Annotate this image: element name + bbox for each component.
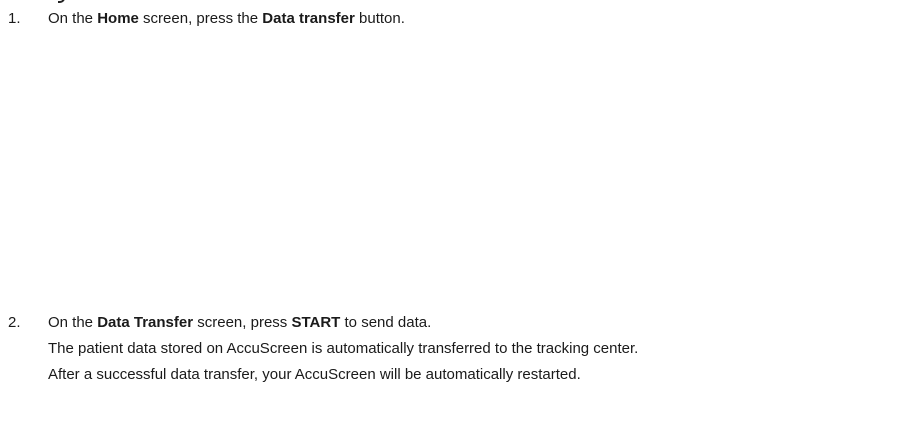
step-1: 1. On the Home screen, press the Data tr… bbox=[0, 9, 898, 29]
cropped-heading-fragment bbox=[56, 0, 70, 3]
step-instruction: On the Data Transfer screen, press START… bbox=[48, 313, 431, 333]
document-page: 1. On the Home screen, press the Data tr… bbox=[0, 0, 898, 422]
step-number: 1. bbox=[8, 10, 21, 27]
instruction-text: On the bbox=[48, 10, 98, 27]
step-2-line: 2. On the Data Transfer screen, press ST… bbox=[0, 313, 898, 333]
screen-name-data-transfer: Data Transfer bbox=[97, 314, 194, 331]
step-number: 2. bbox=[8, 314, 21, 331]
button-name-start: START bbox=[291, 314, 341, 331]
step-detail-line: After a successful data transfer, your A… bbox=[48, 366, 581, 383]
step-instruction: On the Home screen, press the Data trans… bbox=[48, 9, 405, 29]
instruction-text: button. bbox=[354, 10, 405, 27]
step-1-line: 1. On the Home screen, press the Data tr… bbox=[0, 9, 898, 29]
instruction-text: On the bbox=[48, 314, 98, 331]
instruction-text: to send data. bbox=[340, 314, 432, 331]
instruction-text: screen, press bbox=[193, 314, 292, 331]
button-name-data-transfer: Data transfer bbox=[262, 10, 355, 27]
instruction-text: screen, press the bbox=[138, 10, 263, 27]
screen-name-home: Home bbox=[97, 10, 139, 27]
step-2: 2. On the Data Transfer screen, press ST… bbox=[0, 313, 898, 383]
step-detail-line: The patient data stored on AccuScreen is… bbox=[48, 340, 639, 357]
